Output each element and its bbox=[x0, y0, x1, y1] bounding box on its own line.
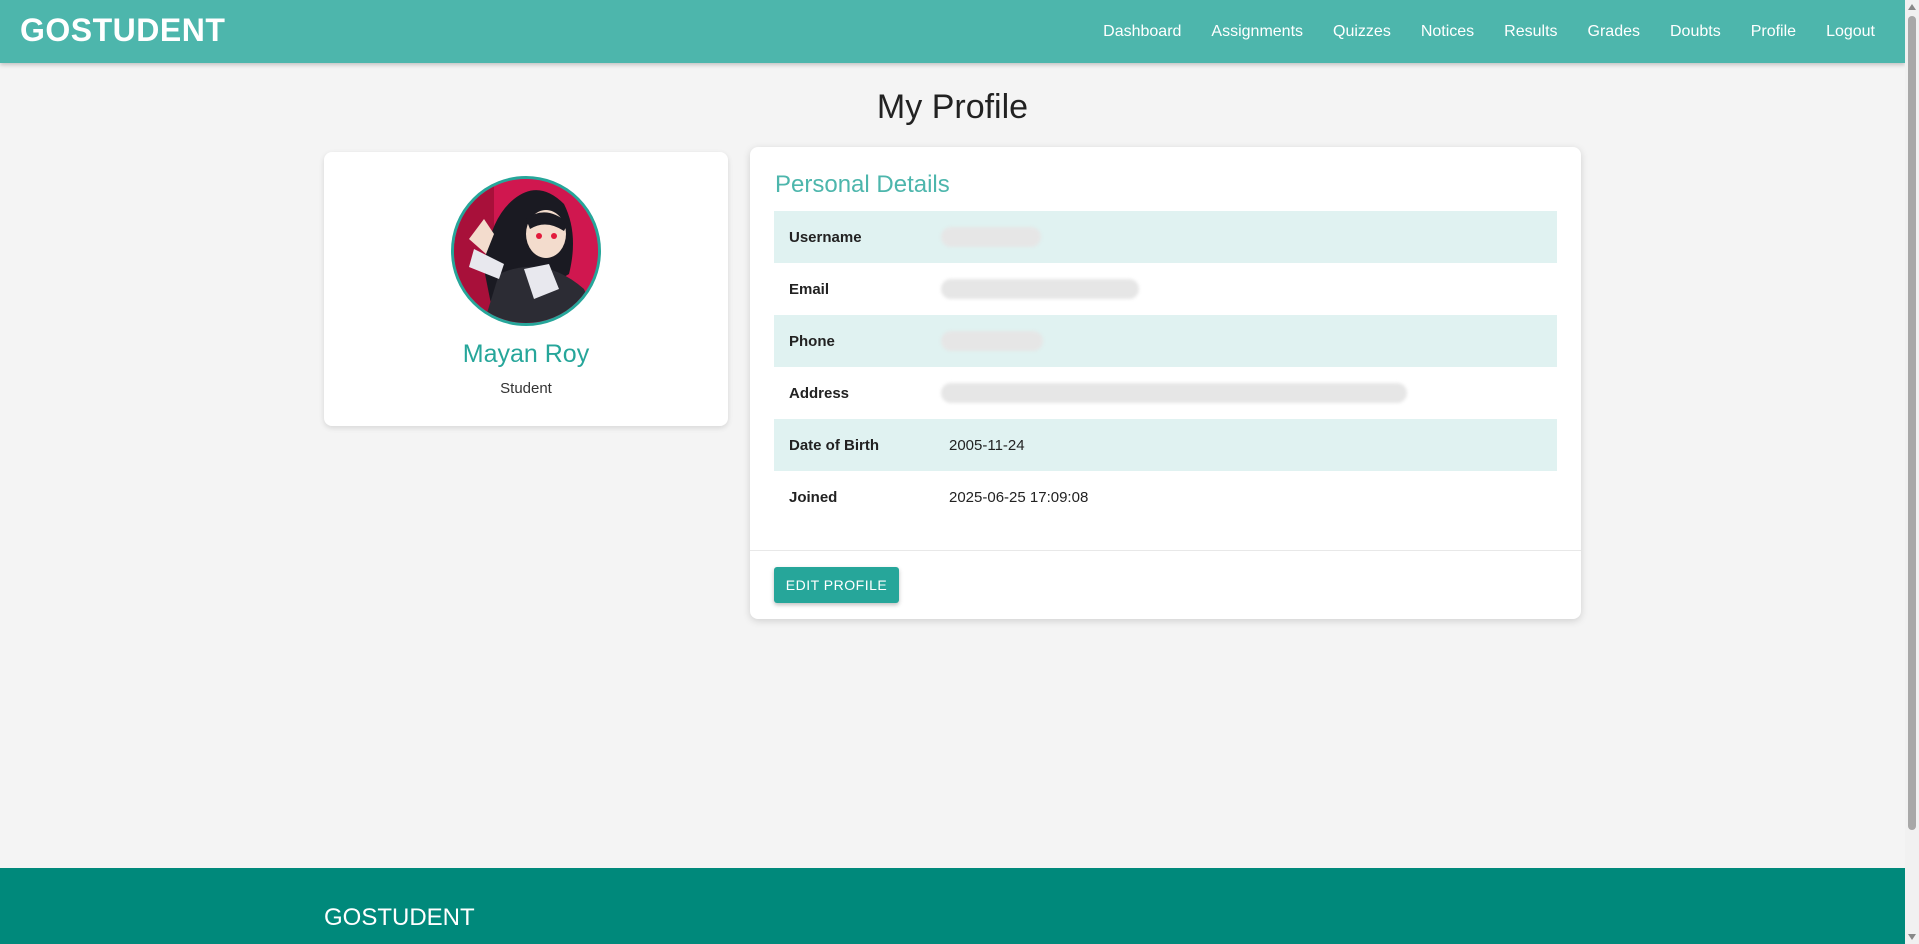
brand-logo[interactable]: GOSTUDENT bbox=[20, 12, 225, 49]
detail-row-email: Email bbox=[774, 263, 1557, 315]
detail-label: Date of Birth bbox=[789, 436, 879, 454]
detail-row-phone: Phone bbox=[774, 315, 1557, 367]
details-table: Username Email Phone Address Date of Bir… bbox=[774, 211, 1557, 523]
detail-row-address: Address bbox=[774, 367, 1557, 419]
nav-link-results[interactable]: Results bbox=[1489, 23, 1572, 41]
nav-link-dashboard[interactable]: Dashboard bbox=[1088, 23, 1196, 41]
redacted-value bbox=[941, 279, 1139, 299]
details-title: Personal Details bbox=[775, 171, 950, 198]
detail-label: Email bbox=[789, 280, 830, 298]
page-title: My Profile bbox=[876, 88, 1029, 126]
footer-brand: GOSTUDENT bbox=[324, 904, 475, 931]
nav-link-logout[interactable]: Logout bbox=[1811, 23, 1890, 41]
footer: GOSTUDENT bbox=[0, 868, 1905, 944]
profile-role: Student bbox=[500, 380, 552, 397]
card-divider bbox=[750, 550, 1581, 551]
detail-label: Joined bbox=[789, 488, 838, 506]
detail-row-dob: Date of Birth 2005-11-24 bbox=[774, 419, 1557, 471]
redacted-value bbox=[941, 383, 1407, 403]
nav-link-assignments[interactable]: Assignments bbox=[1196, 23, 1318, 41]
profile-card: Mayan Roy Student bbox=[324, 152, 728, 426]
nav-link-profile[interactable]: Profile bbox=[1736, 23, 1811, 41]
detail-value: 2005-11-24 bbox=[949, 436, 1025, 454]
detail-row-username: Username bbox=[774, 211, 1557, 263]
profile-name: Mayan Roy bbox=[462, 340, 590, 368]
nav-link-quizzes[interactable]: Quizzes bbox=[1318, 23, 1406, 41]
scroll-thumb[interactable] bbox=[1908, 16, 1916, 830]
nav-link-doubts[interactable]: Doubts bbox=[1655, 23, 1736, 41]
edit-profile-button[interactable]: EDIT PROFILE bbox=[774, 567, 899, 603]
nav-links: Dashboard Assignments Quizzes Notices Re… bbox=[1088, 0, 1890, 63]
nav-link-notices[interactable]: Notices bbox=[1406, 23, 1489, 41]
nav-link-grades[interactable]: Grades bbox=[1573, 23, 1655, 41]
navbar: GOSTUDENT Dashboard Assignments Quizzes … bbox=[0, 0, 1905, 63]
redacted-value bbox=[941, 227, 1041, 247]
detail-row-joined: Joined 2025-06-25 17:09:08 bbox=[774, 471, 1557, 523]
detail-label: Phone bbox=[789, 332, 835, 350]
avatar bbox=[451, 176, 601, 326]
detail-label: Address bbox=[789, 384, 850, 402]
detail-label: Username bbox=[789, 228, 862, 246]
scroll-down-arrow-icon[interactable] bbox=[1908, 934, 1916, 940]
redacted-value bbox=[941, 331, 1043, 351]
page-scrollbar[interactable] bbox=[1905, 0, 1919, 944]
personal-details-card: Personal Details Username Email Phone Ad… bbox=[750, 147, 1581, 619]
scroll-up-arrow-icon[interactable] bbox=[1908, 4, 1916, 10]
detail-value: 2025-06-25 17:09:08 bbox=[949, 488, 1089, 506]
avatar-image bbox=[454, 179, 598, 323]
